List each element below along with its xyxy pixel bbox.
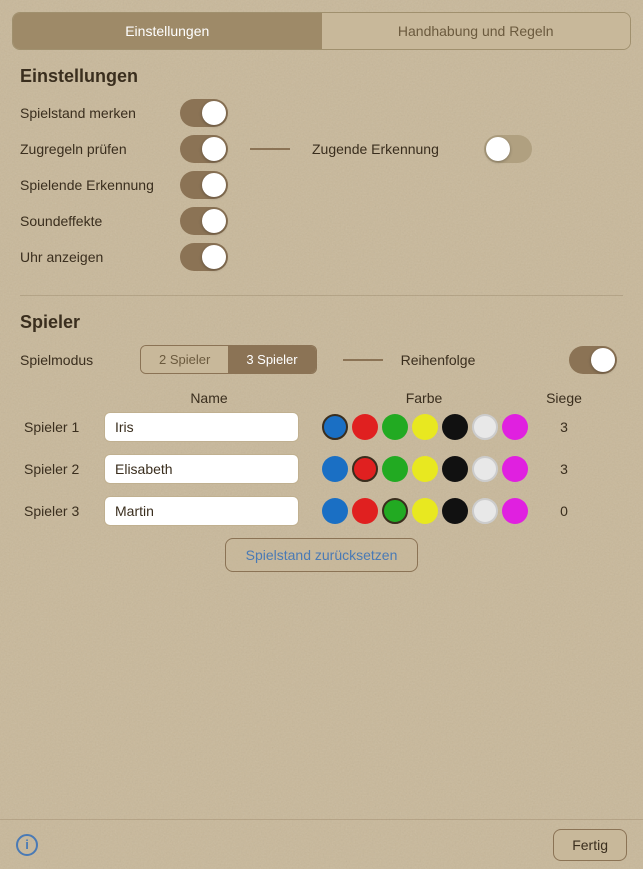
- uhr-toggle-knob: [202, 245, 226, 269]
- player-2-color-red[interactable]: [352, 456, 378, 482]
- player-1-color-green[interactable]: [382, 414, 408, 440]
- player-2-color-green[interactable]: [382, 456, 408, 482]
- spielstand-toggle[interactable]: [180, 99, 228, 127]
- player-1-color-red[interactable]: [352, 414, 378, 440]
- setting-row-soundeffekte: Soundeffekte: [20, 207, 623, 235]
- fertig-button[interactable]: Fertig: [553, 829, 627, 861]
- spielende-toggle-knob: [202, 173, 226, 197]
- player-2-name-input[interactable]: [104, 454, 299, 484]
- player-1-color-yellow[interactable]: [412, 414, 438, 440]
- player-1-color-black[interactable]: [442, 414, 468, 440]
- spielende-label: Spielende Erkennung: [20, 177, 180, 193]
- player-3-color-magenta[interactable]: [502, 498, 528, 524]
- tab-handhabung[interactable]: Handhabung und Regeln: [322, 13, 631, 49]
- player-2-color-dots: [322, 456, 534, 482]
- reset-button-wrapper: Spielstand zurücksetzen: [20, 538, 623, 572]
- player-3-color-black[interactable]: [442, 498, 468, 524]
- players-table-header: Name Farbe Siege: [20, 390, 623, 406]
- bottom-bar: i Fertig: [0, 819, 643, 869]
- zugende-toggle[interactable]: [484, 135, 532, 163]
- reihenfolge-separator: [343, 359, 383, 361]
- player-1-label: Spieler 1: [24, 419, 104, 435]
- setting-row-zugregeln: Zugregeln prüfen Zugende Erkennung: [20, 135, 623, 163]
- segment-2spieler[interactable]: 2 Spieler: [141, 346, 228, 373]
- soundeffekte-label: Soundeffekte: [20, 213, 180, 229]
- section-divider: [20, 295, 623, 296]
- soundeffekte-toggle-knob: [202, 209, 226, 233]
- uhr-label: Uhr anzeigen: [20, 249, 180, 265]
- player-1-sieges: 3: [534, 419, 594, 435]
- reihenfolge-toggle-knob: [591, 348, 615, 372]
- zugende-label: Zugende Erkennung: [312, 141, 472, 157]
- player-1-color-dots: [322, 414, 534, 440]
- reset-button[interactable]: Spielstand zurücksetzen: [225, 538, 419, 572]
- player-3-color-white[interactable]: [472, 498, 498, 524]
- spielmodus-row: Spielmodus 2 Spieler 3 Spieler Reihenfol…: [20, 345, 623, 374]
- segment-3spieler[interactable]: 3 Spieler: [228, 346, 315, 373]
- col-header-name: Name: [104, 390, 314, 406]
- reihenfolge-group: Reihenfolge: [333, 346, 617, 374]
- player-3-color-red[interactable]: [352, 498, 378, 524]
- zugregeln-label: Zugregeln prüfen: [20, 141, 180, 157]
- einstellungen-title: Einstellungen: [20, 66, 623, 87]
- player-1-color-magenta[interactable]: [502, 414, 528, 440]
- player-3-label: Spieler 3: [24, 503, 104, 519]
- player-2-color-magenta[interactable]: [502, 456, 528, 482]
- player-3-name-input[interactable]: [104, 496, 299, 526]
- spieler-section: Spieler Spielmodus 2 Spieler 3 Spieler R…: [20, 312, 623, 572]
- col-header-farbe: Farbe: [314, 390, 534, 406]
- player-3-color-green[interactable]: [382, 498, 408, 524]
- player-2-sieges: 3: [534, 461, 594, 477]
- zugende-toggle-knob: [486, 137, 510, 161]
- zugregeln-toggle[interactable]: [180, 135, 228, 163]
- setting-row-uhr: Uhr anzeigen: [20, 243, 623, 271]
- player-1-color-white[interactable]: [472, 414, 498, 440]
- player-2-color-black[interactable]: [442, 456, 468, 482]
- player-row-2: Spieler 2 3: [20, 454, 623, 484]
- player-2-label: Spieler 2: [24, 461, 104, 477]
- soundeffekte-toggle[interactable]: [180, 207, 228, 235]
- zugregeln-toggle-group: Zugende Erkennung: [180, 135, 532, 163]
- separator-line: [250, 148, 290, 150]
- spielmodus-segmented: 2 Spieler 3 Spieler: [140, 345, 317, 374]
- setting-row-spielende: Spielende Erkennung: [20, 171, 623, 199]
- reihenfolge-label: Reihenfolge: [401, 352, 561, 368]
- tab-einstellungen[interactable]: Einstellungen: [13, 13, 322, 49]
- spielstand-toggle-knob: [202, 101, 226, 125]
- spielende-toggle[interactable]: [180, 171, 228, 199]
- spielmodus-label: Spielmodus: [20, 352, 140, 368]
- uhr-toggle[interactable]: [180, 243, 228, 271]
- player-2-color-white[interactable]: [472, 456, 498, 482]
- spielstand-label: Spielstand merken: [20, 105, 180, 121]
- info-label: i: [25, 837, 29, 852]
- spieler-title: Spieler: [20, 312, 623, 333]
- reihenfolge-toggle[interactable]: [569, 346, 617, 374]
- player-3-sieges: 0: [534, 503, 594, 519]
- info-icon[interactable]: i: [16, 834, 38, 856]
- player-1-color-blue[interactable]: [322, 414, 348, 440]
- main-content: Einstellungen Spielstand merken Zugregel…: [0, 50, 643, 608]
- einstellungen-section: Einstellungen Spielstand merken Zugregel…: [20, 66, 623, 271]
- player-3-color-yellow[interactable]: [412, 498, 438, 524]
- tab-bar: Einstellungen Handhabung und Regeln: [12, 12, 631, 50]
- zugregeln-toggle-knob: [202, 137, 226, 161]
- player-2-color-blue[interactable]: [322, 456, 348, 482]
- player-3-color-dots: [322, 498, 534, 524]
- col-header-siege: Siege: [534, 390, 594, 406]
- player-3-color-blue[interactable]: [322, 498, 348, 524]
- player-row-1: Spieler 1 3: [20, 412, 623, 442]
- setting-row-spielstand: Spielstand merken: [20, 99, 623, 127]
- player-row-3: Spieler 3 0: [20, 496, 623, 526]
- player-1-name-input[interactable]: [104, 412, 299, 442]
- player-2-color-yellow[interactable]: [412, 456, 438, 482]
